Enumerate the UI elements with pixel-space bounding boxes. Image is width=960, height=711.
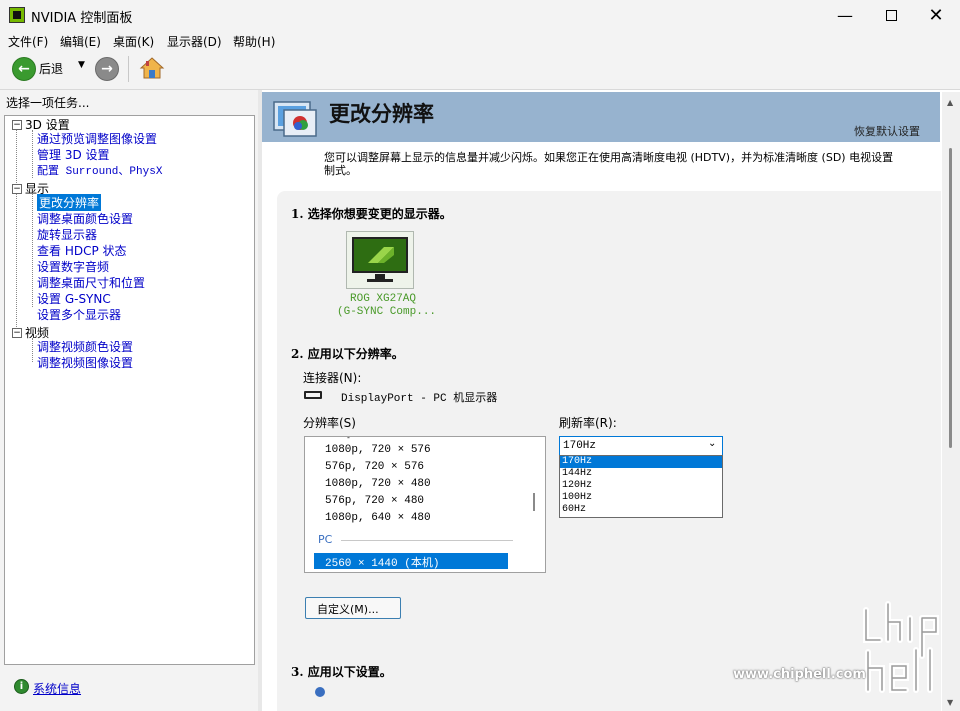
refresh-option[interactable]: 100Hz bbox=[562, 492, 592, 503]
tree-item-multiple-displays[interactable]: 设置多个显示器 bbox=[37, 306, 121, 323]
refresh-option[interactable]: 144Hz bbox=[562, 468, 592, 479]
scrollbar-thumb[interactable] bbox=[533, 493, 535, 511]
back-button-label[interactable]: 后退 bbox=[39, 60, 63, 77]
scroll-down-icon[interactable]: ▼ bbox=[947, 698, 953, 707]
system-info-link[interactable]: 系统信息 bbox=[33, 680, 81, 697]
tree-item-manage-3d[interactable]: 管理 3D 设置 bbox=[37, 146, 110, 163]
selected-resolution-text: 2560 × 1440 (本机) bbox=[325, 558, 440, 570]
custom-resolution-button[interactable]: 自定义(M)... bbox=[305, 597, 401, 619]
back-dropdown-icon[interactable]: ▼ bbox=[78, 60, 85, 70]
display-settings-icon bbox=[272, 98, 320, 143]
tree-item-rotate-display[interactable]: 旋转显示器 bbox=[37, 226, 97, 243]
page-header: 更改分辨率 恢复默认设置 bbox=[262, 92, 940, 142]
menu-help[interactable]: 帮助(H) bbox=[233, 33, 275, 50]
refresh-rate-label: 刷新率(R): bbox=[559, 416, 617, 430]
toolbar: ← 后退 ▼ → bbox=[0, 51, 960, 90]
tree-item-surround-physx[interactable]: 配置 Surround、PhysX bbox=[37, 162, 162, 178]
resolution-scrollbar[interactable] bbox=[527, 437, 544, 570]
back-arrow-icon[interactable]: ← bbox=[12, 57, 36, 81]
forward-arrow-icon[interactable]: → bbox=[95, 57, 119, 81]
resolution-listbox[interactable]: - 1080p, 720 × 576 576p, 720 × 576 1080p… bbox=[304, 433, 546, 573]
page-title: 更改分辨率 bbox=[329, 101, 434, 126]
list-item: - bbox=[347, 433, 350, 442]
monitor-name-line-1[interactable]: ROG XG27AQ bbox=[350, 293, 416, 305]
chevron-down-icon: ⌄ bbox=[708, 438, 717, 449]
close-button[interactable]: ✕ bbox=[913, 0, 959, 31]
tree-item-preview-image[interactable]: 通过预览调整图像设置 bbox=[37, 130, 157, 147]
monitor-name-line-2[interactable]: (G-SYNC Comp... bbox=[337, 306, 436, 318]
minimize-button[interactable]: — bbox=[822, 0, 868, 31]
connector-label: 连接器(N): bbox=[303, 371, 362, 385]
task-prompt: 选择一项任务... bbox=[6, 96, 90, 110]
collapse-3d-icon[interactable]: − bbox=[12, 120, 22, 130]
tree-item-digital-audio[interactable]: 设置数字音频 bbox=[37, 258, 109, 275]
resolution-option[interactable]: 1080p, 720 × 576 bbox=[325, 444, 431, 456]
nvidia-app-icon bbox=[9, 7, 25, 23]
group-divider bbox=[341, 540, 513, 541]
custom-button-label: 自定义(M)... bbox=[317, 603, 379, 616]
tree-item-video-image[interactable]: 调整视频图像设置 bbox=[37, 354, 133, 371]
title-bar: NVIDIA 控制面板 — ✕ bbox=[0, 0, 960, 31]
scroll-up-icon[interactable]: ▲ bbox=[947, 98, 953, 107]
tree-item-desktop-size[interactable]: 调整桌面尺寸和位置 bbox=[37, 274, 145, 291]
resolution-option[interactable]: 576p, 720 × 480 bbox=[325, 495, 424, 507]
description-line-2: 制式。 bbox=[324, 164, 357, 177]
menu-desktop[interactable]: 桌面(K) bbox=[113, 33, 154, 50]
displayport-icon bbox=[304, 391, 322, 399]
refresh-option[interactable]: 120Hz bbox=[562, 480, 592, 491]
refresh-rate-dropdown[interactable]: 170Hz 144Hz 120Hz 100Hz 60Hz bbox=[559, 455, 723, 518]
tree-item-change-resolution[interactable]: 更改分辨率 bbox=[37, 194, 102, 211]
resolution-option[interactable]: 576p, 720 × 576 bbox=[325, 461, 424, 473]
nvidia-logo-icon bbox=[352, 237, 408, 273]
tree-item-gsync[interactable]: 设置 G-SYNC bbox=[37, 290, 111, 307]
section-1-heading: 1. 选择你想要变更的显示器。 bbox=[291, 207, 452, 221]
chiphell-watermark-logo bbox=[860, 600, 948, 696]
menu-file[interactable]: 文件(F) bbox=[8, 33, 48, 50]
connector-value: DisplayPort - PC 机显示器 bbox=[341, 393, 498, 405]
monitor-base-icon bbox=[367, 279, 393, 282]
settings-panel: 1. 选择你想要变更的显示器。 ROG XG27AQ (G-SYNC Comp.… bbox=[277, 191, 941, 711]
resolution-selected-row[interactable]: 2560 × 1440 (本机) bbox=[314, 553, 508, 570]
refresh-selected-value: 170Hz bbox=[563, 440, 597, 452]
radio-option-icon[interactable] bbox=[315, 687, 325, 697]
section-3-heading: 3. 应用以下设置。 bbox=[291, 665, 392, 679]
maximize-button[interactable] bbox=[868, 0, 914, 31]
tree-connector bbox=[32, 338, 33, 362]
description-line-1: 您可以调整屏幕上显示的信息量并减少闪烁。如果您正在使用高清晰度电视 (HDTV)… bbox=[324, 151, 894, 164]
window-title: NVIDIA 控制面板 bbox=[31, 11, 133, 26]
restore-defaults-link[interactable]: 恢复默认设置 bbox=[854, 123, 920, 139]
watermark-url: www.chiphell.com bbox=[733, 667, 866, 682]
tree-connector bbox=[32, 194, 33, 307]
monitor-tile[interactable] bbox=[346, 231, 414, 289]
toolbar-divider bbox=[128, 56, 129, 82]
tree-item-hdcp-status[interactable]: 查看 HDCP 状态 bbox=[37, 242, 127, 259]
home-icon[interactable] bbox=[139, 55, 165, 84]
system-info-icon[interactable]: i bbox=[14, 679, 29, 694]
resolution-label: 分辨率(S) bbox=[303, 416, 356, 430]
collapse-video-icon[interactable]: − bbox=[12, 328, 22, 338]
task-tree: − 3D 设置 通过预览调整图像设置 管理 3D 设置 配置 Surround、… bbox=[4, 115, 255, 665]
resolution-option[interactable]: 1080p, 720 × 480 bbox=[325, 478, 431, 490]
resolution-group-pc: PC bbox=[318, 533, 333, 546]
refresh-option[interactable]: 170Hz bbox=[562, 456, 592, 467]
tree-connector bbox=[32, 130, 33, 178]
refresh-rate-select[interactable]: 170Hz ⌄ bbox=[559, 436, 723, 456]
resolution-option[interactable]: 1080p, 640 × 480 bbox=[325, 512, 431, 524]
section-2-heading: 2. 应用以下分辨率。 bbox=[291, 347, 404, 361]
tree-connector bbox=[16, 130, 17, 333]
tree-item-video-color[interactable]: 调整视频颜色设置 bbox=[37, 338, 133, 355]
scrollbar-thumb[interactable] bbox=[949, 148, 952, 448]
tree-item-desktop-color[interactable]: 调整桌面颜色设置 bbox=[37, 210, 133, 227]
refresh-option[interactable]: 60Hz bbox=[562, 504, 586, 515]
menu-bar: 文件(F) 编辑(E) 桌面(K) 显示器(D) 帮助(H) bbox=[0, 31, 960, 51]
menu-edit[interactable]: 编辑(E) bbox=[60, 33, 101, 50]
collapse-display-icon[interactable]: − bbox=[12, 184, 22, 194]
menu-display[interactable]: 显示器(D) bbox=[167, 33, 222, 50]
